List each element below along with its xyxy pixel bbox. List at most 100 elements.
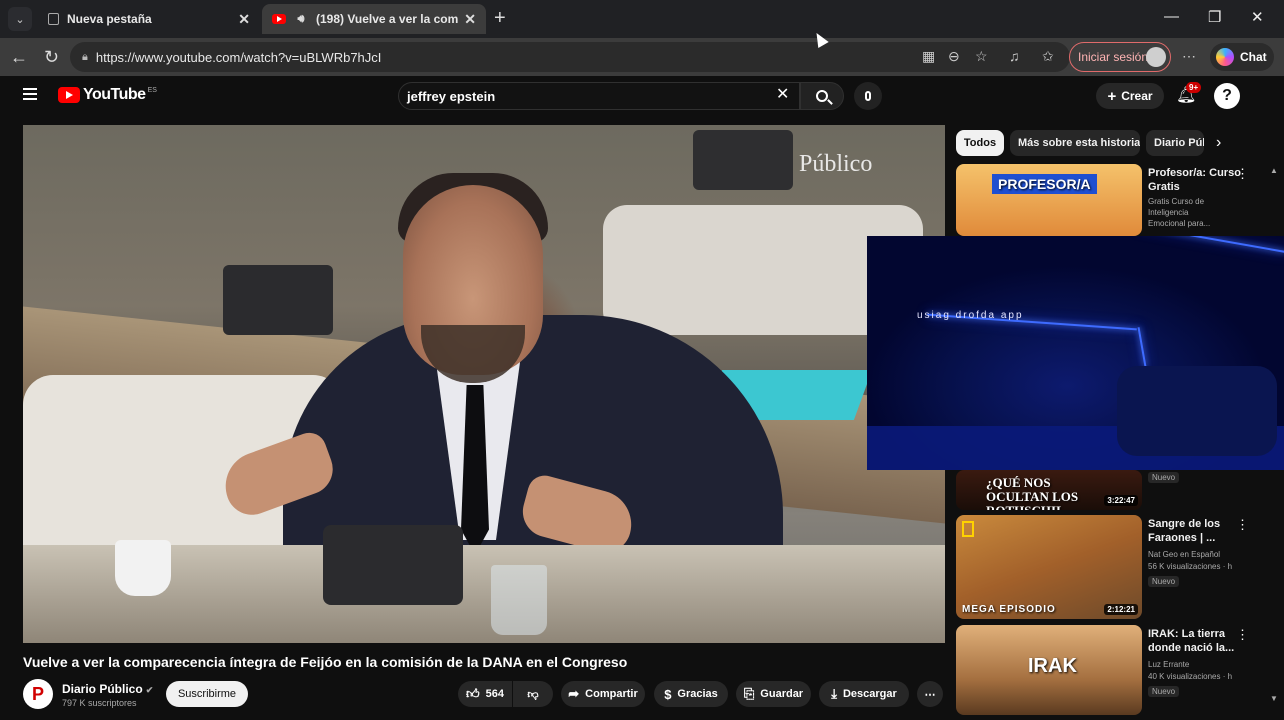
recommendation-title: IRAK: La tierra donde nació la... bbox=[1148, 628, 1235, 654]
menu-icon[interactable] bbox=[23, 88, 37, 100]
chip-more-story[interactable]: Más sobre esta historia bbox=[1010, 130, 1140, 156]
recommendation-item[interactable]: MEGA EPISODIO 2:12:21 Sangre de los Fara… bbox=[956, 515, 1276, 619]
tab-actions-chevron-icon[interactable]: ⌄ bbox=[8, 7, 32, 31]
search-value: jeffrey epstein bbox=[407, 88, 496, 104]
thanks-icon: $ bbox=[664, 686, 672, 702]
chevron-right-icon[interactable]: › bbox=[1216, 134, 1221, 152]
subscribe-button[interactable]: Suscribirme bbox=[166, 681, 248, 707]
minimize-icon[interactable]: — bbox=[1164, 8, 1179, 25]
browser-tab-bar: ⌄ Nueva pestaña ✕ 🔊︎ (198) Vuelve a ver … bbox=[0, 0, 1284, 38]
back-arrow-icon[interactable]: ← bbox=[10, 47, 28, 68]
tab-new-tab[interactable]: Nueva pestaña ✕ bbox=[38, 4, 260, 34]
copilot-chat-button[interactable]: Chat bbox=[1210, 43, 1274, 71]
reload-icon[interactable]: ↻ bbox=[44, 47, 59, 68]
recommendation-item[interactable]: PROFESOR/A Profesor/a: Curso Gratis Grat… bbox=[956, 164, 1276, 236]
more-vert-icon[interactable]: ⋮ bbox=[1236, 517, 1249, 533]
video-duration: 2:12:21 bbox=[1104, 604, 1138, 615]
like-button[interactable]: 👍︎ 564 bbox=[458, 681, 512, 707]
recommendation-channel: Nat Geo en Español bbox=[1148, 550, 1221, 559]
more-vert-icon[interactable]: ⋮ bbox=[1236, 166, 1249, 182]
channel-name[interactable]: Diario Público ✔ bbox=[62, 682, 153, 696]
recommendation-item[interactable]: ¿QUÉ NOS OCULTAN LOS ROTHSCHIL 3:22:47 N… bbox=[956, 470, 1276, 510]
recommendation-title: Sangre de los Faraones | ... bbox=[1148, 518, 1221, 544]
recommendation-thumbnail: PROFESOR/A bbox=[956, 164, 1142, 236]
thumbnail-text: ¿QUÉ NOS OCULTAN LOS ROTHSCHIL bbox=[986, 475, 1079, 511]
clear-search-icon[interactable]: ✕ bbox=[776, 84, 789, 104]
channel-name-text: Diario Público bbox=[62, 682, 143, 696]
like-count: 564 bbox=[485, 688, 504, 700]
verified-icon: ✔ bbox=[145, 685, 154, 695]
address-bar[interactable]: 🔒︎ https://www.youtube.com/watch?v=uBLWR… bbox=[70, 42, 1070, 72]
new-badge: Nuevo bbox=[1148, 686, 1180, 697]
pip-watermark: usiag drofda app bbox=[917, 310, 1024, 321]
url-text: https://www.youtube.com/watch?v=uBLWRb7h… bbox=[95, 49, 382, 65]
download-icon: ⤓ bbox=[831, 686, 837, 701]
save-label: Guardar bbox=[760, 688, 804, 700]
account-avatar[interactable]: ? bbox=[1214, 83, 1240, 109]
media-control-icon[interactable]: ♫ bbox=[1009, 48, 1020, 64]
youtube-logo[interactable]: YouTube ES bbox=[58, 86, 157, 104]
thumbnail-text: MEGA EPISODIO bbox=[962, 604, 1056, 615]
scrollbar-down-arrow[interactable]: ▼ bbox=[1270, 694, 1278, 704]
more-vert-icon[interactable]: ⋮ bbox=[1236, 627, 1249, 643]
bookmark-icon: ⎘ bbox=[743, 686, 755, 701]
signin-button[interactable]: Iniciar sesión bbox=[1069, 42, 1171, 72]
search-input[interactable]: jeffrey epstein bbox=[398, 82, 800, 110]
scrollbar-up-arrow[interactable]: ▲ bbox=[1270, 166, 1278, 176]
thumbs-down-icon: 👎︎ bbox=[527, 688, 539, 701]
create-button[interactable]: + Crear bbox=[1096, 83, 1164, 109]
favorites-icon[interactable]: ✩ bbox=[1042, 48, 1054, 65]
more-options-icon[interactable]: ⋯ bbox=[1182, 48, 1196, 65]
recommendation-thumbnail: IRAK bbox=[956, 625, 1142, 715]
save-button[interactable]: ⎘ Guardar bbox=[736, 681, 811, 707]
picture-in-picture-overlay[interactable]: usiag drofda app bbox=[867, 236, 1284, 470]
thanks-button[interactable]: $ Gracias bbox=[654, 681, 728, 707]
download-button[interactable]: ⤓ Descargar bbox=[819, 681, 909, 707]
dislike-button[interactable]: 👎︎ bbox=[513, 681, 553, 707]
lock-icon[interactable]: 🔒︎ bbox=[82, 51, 88, 64]
search-button[interactable] bbox=[800, 82, 844, 110]
share-button[interactable]: ➦ Compartir bbox=[561, 681, 645, 707]
search-icon bbox=[816, 90, 828, 102]
browser-toolbar: ← ↻ 🔒︎ https://www.youtube.com/watch?v=u… bbox=[0, 38, 1284, 76]
favorite-star-icon[interactable]: ☆ bbox=[975, 48, 988, 65]
water-glass bbox=[491, 565, 547, 635]
close-tab-icon[interactable]: ✕ bbox=[464, 11, 476, 28]
maximize-icon[interactable]: ❐ bbox=[1208, 8, 1221, 26]
youtube-header: YouTube ES jeffrey epstein ✕ + Crear 🔔︎ … bbox=[6, 76, 1278, 116]
foreground-microphone-base bbox=[323, 525, 463, 605]
voice-search-button[interactable] bbox=[854, 82, 882, 110]
thumbnail-text: IRAK bbox=[1028, 655, 1077, 677]
recommendation-thumbnail: ¿QUÉ NOS OCULTAN LOS ROTHSCHIL 3:22:47 bbox=[956, 470, 1142, 510]
speaker-icon[interactable]: 🔊︎ bbox=[294, 12, 308, 26]
app-grid-icon[interactable]: ▦ bbox=[922, 48, 935, 65]
tab-youtube-video[interactable]: 🔊︎ (198) Vuelve a ver la comparece ✕ bbox=[262, 4, 486, 34]
zoom-icon[interactable]: ⊖ bbox=[948, 48, 960, 65]
close-window-icon[interactable]: ✕ bbox=[1251, 8, 1264, 26]
led-strip bbox=[1137, 327, 1147, 367]
share-label: Compartir bbox=[585, 688, 638, 700]
copilot-icon bbox=[1216, 48, 1234, 66]
new-tab-plus-icon[interactable]: + bbox=[494, 7, 506, 30]
channel-avatar[interactable]: P bbox=[23, 679, 53, 709]
recommendation-channel: Luz Errante bbox=[1148, 660, 1190, 669]
more-actions-button[interactable]: ⋯ bbox=[917, 681, 943, 707]
close-tab-icon[interactable]: ✕ bbox=[238, 11, 250, 28]
country-code: ES bbox=[147, 86, 157, 94]
background-monitor bbox=[693, 130, 793, 190]
recommendation-item[interactable]: IRAK IRAK: La tierra donde nació la... L… bbox=[956, 625, 1276, 715]
chip-diario-publico[interactable]: Diario Públ bbox=[1146, 130, 1204, 156]
tab-label: (198) Vuelve a ver la comparece bbox=[316, 12, 459, 26]
thanks-label: Gracias bbox=[677, 688, 718, 700]
video-player[interactable]: Público bbox=[23, 125, 945, 643]
signin-label: Iniciar sesión bbox=[1078, 50, 1149, 64]
profile-avatar-icon bbox=[1146, 47, 1166, 67]
more-dots-icon: ⋯ bbox=[924, 688, 936, 701]
download-label: Descargar bbox=[842, 688, 897, 700]
chip-all[interactable]: Todos bbox=[956, 130, 1004, 156]
recommendation-views: 40 K visualizaciones · h bbox=[1148, 672, 1233, 681]
youtube-play-icon bbox=[58, 87, 80, 103]
thumbnail-text: PROFESOR/A bbox=[992, 174, 1097, 194]
create-label: Crear bbox=[1121, 89, 1153, 103]
page-icon bbox=[48, 13, 59, 25]
